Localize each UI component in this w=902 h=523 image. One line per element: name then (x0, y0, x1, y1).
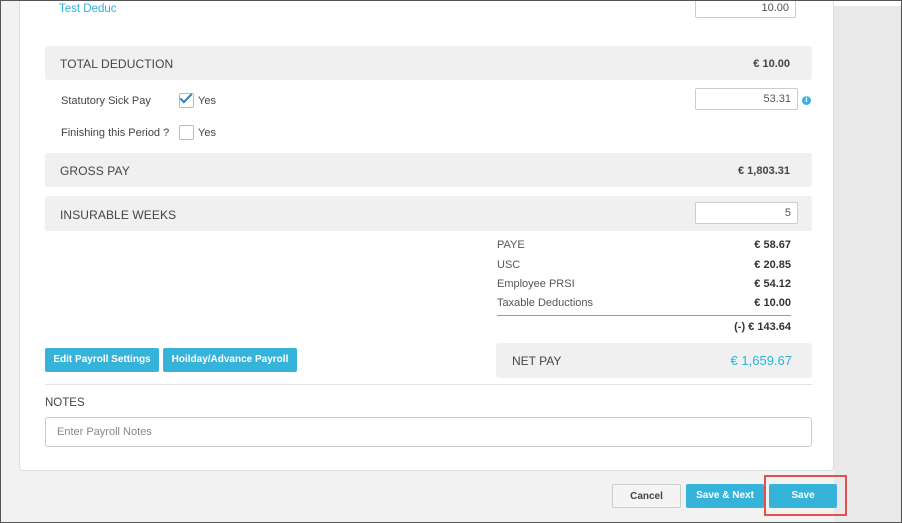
finishing-period-checkbox[interactable] (179, 125, 194, 140)
gross-pay-band: GROSS PAY € 1,803.31 (45, 153, 812, 187)
summary-total-value: (-) € 143.64 (734, 321, 791, 333)
statutory-sick-pay-label: Statutory Sick Pay (61, 95, 151, 107)
summary-row-prsi: Employee PRSI € 54.12 (497, 278, 791, 292)
test-deduc-input[interactable]: 10.00 (695, 0, 796, 18)
statutory-sick-pay-input[interactable]: 53.31 (695, 88, 798, 110)
finishing-period-yes-label: Yes (198, 127, 216, 139)
statutory-sick-pay-checkbox[interactable] (179, 90, 194, 108)
gross-pay-value: € 1,803.31 (738, 165, 790, 177)
save-next-button[interactable]: Save & Next (686, 484, 764, 508)
statutory-sick-pay-yes-label: Yes (198, 95, 216, 107)
net-pay-band: NET PAY € 1,659.67 (496, 343, 812, 378)
summary-row-label: PAYE (497, 239, 525, 251)
summary-row-value: € 58.67 (754, 239, 791, 251)
summary-row-value: € 20.85 (754, 259, 791, 271)
net-pay-value: € 1,659.67 (730, 353, 792, 368)
insurable-weeks-label: INSURABLE WEEKS (60, 208, 177, 222)
notes-label: NOTES (45, 397, 85, 409)
net-pay-label: NET PAY (512, 354, 562, 368)
section-divider (45, 384, 812, 385)
summary-row-label: Taxable Deductions (497, 297, 594, 309)
holiday-advance-payroll-button[interactable]: Hoilday/Advance Payroll (163, 348, 297, 372)
test-deduc-link[interactable]: Test Deduc (59, 3, 117, 15)
summary-row-taxable-deductions: Taxable Deductions € 10.00 (497, 297, 791, 311)
summary-row-label: Employee PRSI (497, 278, 575, 290)
summary-total-row: (-) € 143.64 (497, 321, 791, 335)
finishing-period-label: Finishing this Period ? (61, 127, 170, 139)
summary-row-value: € 54.12 (754, 278, 791, 290)
save-button-highlight (764, 475, 847, 516)
total-deduction-band: TOTAL DEDUCTION € 10.00 (45, 46, 812, 80)
notes-input[interactable]: Enter Payroll Notes (45, 417, 812, 447)
insurable-weeks-input[interactable]: 5 (695, 202, 798, 224)
summary-row-value: € 10.00 (754, 297, 791, 309)
total-deduction-value: € 10.00 (753, 58, 790, 70)
total-deduction-label: TOTAL DEDUCTION (60, 57, 174, 71)
edit-payroll-settings-button[interactable]: Edit Payroll Settings (45, 348, 159, 372)
summary-row-usc: USC € 20.85 (497, 259, 791, 273)
cancel-button[interactable]: Cancel (612, 484, 681, 508)
summary-row-label: USC (497, 259, 521, 271)
gross-pay-label: GROSS PAY (60, 164, 130, 178)
checkmark-icon (179, 90, 193, 104)
summary-row-paye: PAYE € 58.67 (497, 239, 791, 253)
info-icon[interactable]: i (802, 96, 811, 105)
summary-divider (497, 315, 791, 316)
right-background-strip (834, 0, 902, 523)
